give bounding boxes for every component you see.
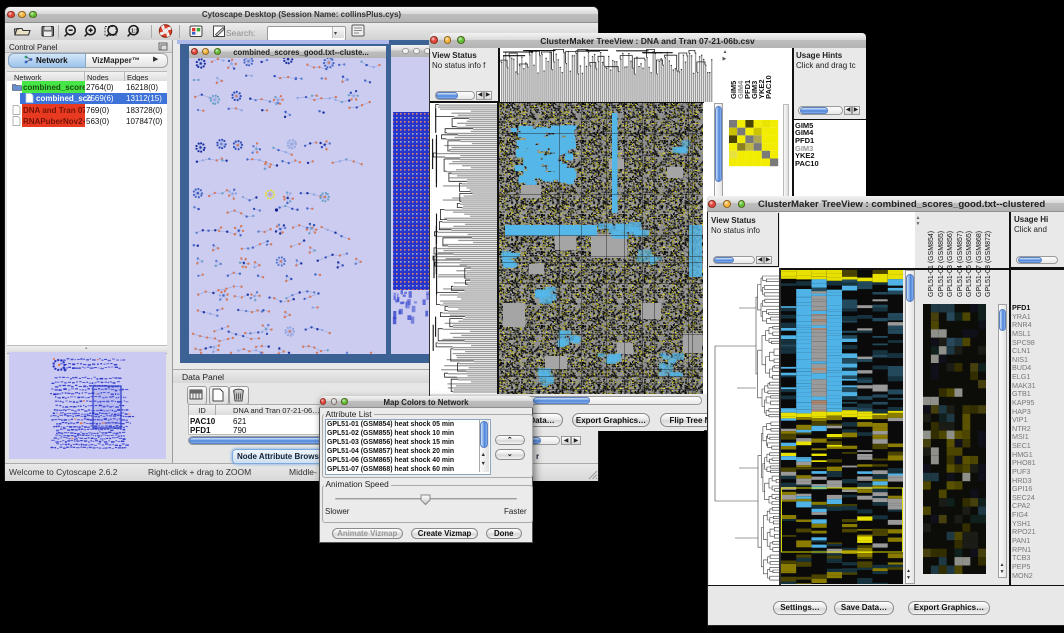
svg-text:1:1: 1:1 xyxy=(131,28,138,34)
